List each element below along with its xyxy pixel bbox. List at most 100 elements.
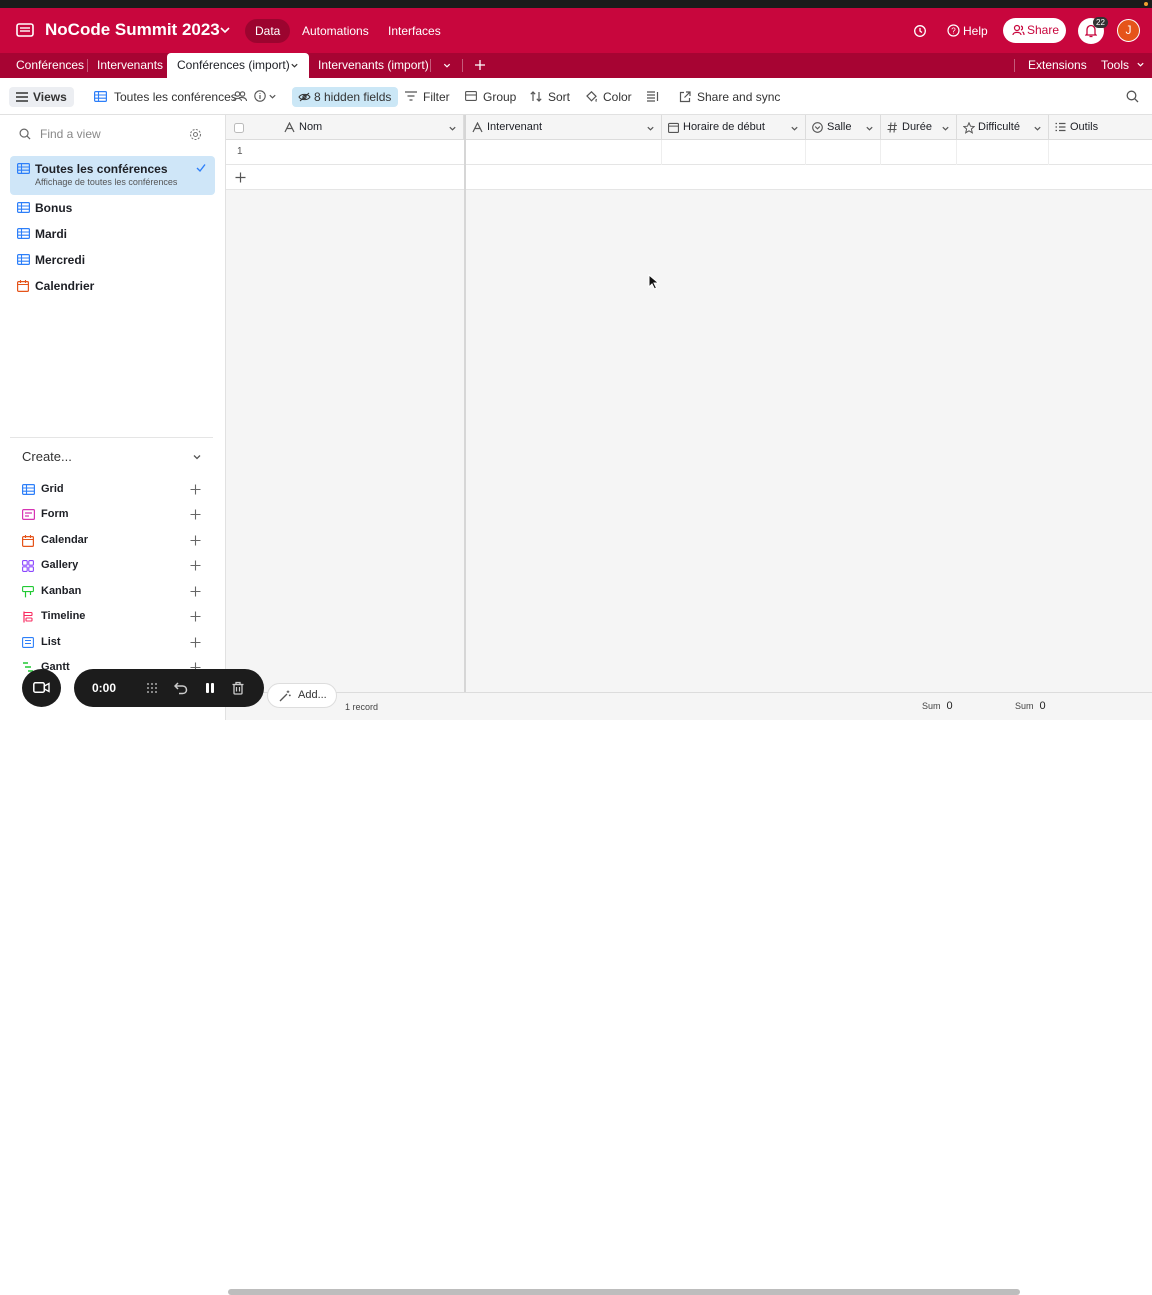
cell-outils[interactable] xyxy=(1049,140,1152,165)
add-record-row[interactable] xyxy=(226,165,1152,190)
chevron-down-icon[interactable] xyxy=(219,24,231,36)
column-header-duree[interactable]: Durée xyxy=(881,115,957,140)
form-icon xyxy=(22,509,35,520)
tools-button[interactable]: Tools xyxy=(1101,53,1145,78)
group-button[interactable]: Group xyxy=(465,87,516,107)
column-header-outils[interactable]: Outils xyxy=(1049,115,1152,140)
tab-conferences-import[interactable]: Conférences (import) xyxy=(167,53,309,78)
grid-summary-bar: 1 record Sum 0 Sum 0 xyxy=(226,692,1152,1295)
cell-difficulte[interactable] xyxy=(957,140,1049,165)
more-tables-chevron-icon[interactable] xyxy=(442,61,452,70)
create-calendar[interactable]: Calendar xyxy=(22,531,204,551)
create-timeline[interactable]: Timeline xyxy=(22,607,204,627)
sidebar-view-calendrier[interactable]: Calendrier xyxy=(10,273,215,299)
checkbox-icon[interactable] xyxy=(234,123,244,133)
tab-intervenants[interactable]: Intervenants xyxy=(97,53,163,78)
cell-horaire-de-debut[interactable] xyxy=(662,140,806,165)
column-label: Salle xyxy=(827,121,852,133)
chevron-down-icon[interactable] xyxy=(192,452,202,462)
filter-button[interactable]: Filter xyxy=(405,87,450,107)
chevron-down-icon[interactable] xyxy=(865,124,874,133)
plus-icon[interactable] xyxy=(190,611,201,622)
nav-interfaces[interactable]: Interfaces xyxy=(378,19,451,43)
sidebar-view-bonus[interactable]: Bonus xyxy=(10,195,215,221)
extensions-button[interactable]: Extensions xyxy=(1028,53,1087,78)
base-title[interactable]: NoCode Summit 2023 xyxy=(45,20,220,40)
current-view-selector[interactable]: Toutes les conférences xyxy=(94,87,237,107)
column-header-difficulte[interactable]: Difficulté xyxy=(957,115,1049,140)
grid-view-icon xyxy=(94,91,107,102)
sum-label: Sum xyxy=(1015,701,1034,711)
chevron-down-icon[interactable] xyxy=(646,124,655,133)
color-button[interactable]: Color xyxy=(585,87,632,107)
help-button[interactable]: ? Help xyxy=(947,19,988,43)
summary-duree[interactable]: Sum 0 xyxy=(922,700,953,712)
history-icon[interactable] xyxy=(912,24,928,38)
plus-icon[interactable] xyxy=(235,172,246,183)
plus-icon[interactable] xyxy=(190,535,201,546)
share-and-sync-button[interactable]: Share and sync xyxy=(679,87,780,107)
plus-icon[interactable] xyxy=(190,509,201,520)
chevron-down-icon[interactable] xyxy=(268,92,277,101)
nav-data[interactable]: Data xyxy=(245,19,291,43)
add-table-plus-icon[interactable] xyxy=(474,59,486,71)
tab-intervenants-import[interactable]: Intervenants (import) xyxy=(318,53,429,78)
sidebar-view-mardi[interactable]: Mardi xyxy=(10,221,215,247)
recorder-camera-button[interactable] xyxy=(22,669,61,707)
plus-icon[interactable] xyxy=(190,484,201,495)
share-button[interactable]: Share xyxy=(1003,18,1066,43)
column-header-nom[interactable]: Nom xyxy=(274,115,464,140)
column-header-horaire-de-debut[interactable]: Horaire de début xyxy=(662,115,806,140)
tab-conferences[interactable]: Conférences xyxy=(16,53,84,78)
cell-intervenant[interactable] xyxy=(466,140,662,165)
nav-automations[interactable]: Automations xyxy=(292,19,379,43)
cell-duree[interactable] xyxy=(881,140,957,165)
hidden-fields-button[interactable]: 8 hidden fields xyxy=(292,87,399,107)
find-view-placeholder: Find a view xyxy=(40,127,101,141)
create-form[interactable]: Form xyxy=(22,505,204,525)
column-header-intervenant[interactable]: Intervenant xyxy=(466,115,662,140)
sidebar-view-mercredi[interactable]: Mercredi xyxy=(10,247,215,273)
text-field-icon xyxy=(472,122,483,133)
create-kanban[interactable]: Kanban xyxy=(22,582,204,602)
column-header-salle[interactable]: Salle xyxy=(806,115,881,140)
info-icon[interactable] xyxy=(254,90,266,102)
horizontal-scrollbar[interactable] xyxy=(228,1289,1020,1295)
pause-icon[interactable] xyxy=(203,681,217,695)
undo-icon[interactable] xyxy=(174,681,188,695)
create-section-title[interactable]: Create... xyxy=(22,449,72,464)
view-toolbar: Views Toutes les conférences 8 hidden fi… xyxy=(0,78,1152,115)
cell-nom[interactable] xyxy=(274,140,464,165)
sidebar-view-label: Toutes les conférences xyxy=(35,162,168,176)
row-height-icon[interactable] xyxy=(647,91,659,102)
summary-difficulte[interactable]: Sum 0 xyxy=(1015,700,1046,712)
tab-divider xyxy=(1014,59,1015,72)
select-all-cell[interactable] xyxy=(226,115,274,140)
chevron-down-icon[interactable] xyxy=(290,61,299,70)
search-icon[interactable] xyxy=(1126,90,1139,103)
table-row[interactable]: 1 xyxy=(226,140,1152,165)
chevron-down-icon[interactable] xyxy=(448,124,457,133)
views-toggle-button[interactable]: Views xyxy=(9,87,74,107)
plus-icon[interactable] xyxy=(190,637,201,648)
plus-icon[interactable] xyxy=(190,586,201,597)
find-view-input[interactable]: Find a view xyxy=(19,127,101,141)
chevron-down-icon[interactable] xyxy=(941,124,950,133)
create-list[interactable]: List xyxy=(22,633,204,653)
create-grid[interactable]: Grid xyxy=(22,480,204,500)
cell-salle[interactable] xyxy=(806,140,881,165)
gear-icon[interactable] xyxy=(189,128,202,141)
create-gallery[interactable]: Gallery xyxy=(22,556,204,576)
chevron-down-icon[interactable] xyxy=(1033,124,1042,133)
trash-icon[interactable] xyxy=(231,681,245,695)
sort-button[interactable]: Sort xyxy=(530,87,570,107)
add-view-section-button[interactable]: Add... xyxy=(267,683,337,708)
frozen-column-divider[interactable] xyxy=(464,115,466,720)
plus-icon[interactable] xyxy=(190,560,201,571)
people-icon[interactable] xyxy=(233,90,247,102)
hidden-fields-label: 8 hidden fields xyxy=(314,90,392,104)
chevron-down-icon[interactable] xyxy=(790,124,799,133)
grid-dots-icon[interactable] xyxy=(145,681,159,695)
user-avatar[interactable]: J xyxy=(1117,19,1140,42)
sidebar-view-toutes-les-conferences[interactable]: Toutes les conférences Affichage de tout… xyxy=(10,156,215,195)
